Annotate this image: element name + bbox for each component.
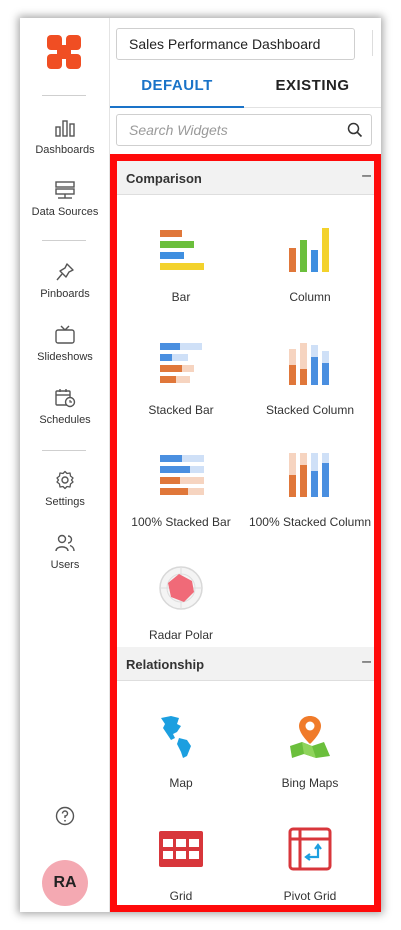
full-stacked-bar-icon [160,455,204,495]
section-header-comparison[interactable]: Comparison – [117,161,374,195]
search-box [116,114,372,146]
grid-icon [159,831,203,867]
nav-item-schedules[interactable]: Schedules [20,388,110,426]
collapse-icon[interactable]: – [362,167,371,185]
nav-item-data-sources[interactable]: Data Sources [20,180,110,218]
widget-full-stacked-column[interactable]: 100% Stacked Column [246,451,374,530]
widget-column[interactable]: Column [246,226,374,305]
widget-pivot-grid[interactable]: Pivot Grid [246,825,374,904]
widget-radar-polar[interactable]: Radar Polar [117,564,245,643]
stacked-bar-icon [160,343,202,383]
widget-label: Column [289,290,331,304]
collapse-icon[interactable]: – [362,653,371,671]
nav-label: Users [50,559,80,571]
tab-bar: DEFAULT EXISTING [110,66,381,108]
widget-map[interactable]: Map [117,712,245,791]
column-icon [289,228,329,272]
nav-item-settings[interactable]: Settings [20,470,110,508]
map-icon [161,716,191,758]
left-nav: Dashboards Data Sources Pinboards Slides… [20,18,110,912]
tab-existing[interactable]: EXISTING [244,66,381,108]
widget-panel: Sales Performance Dashboard DEFAULT EXIS… [110,18,381,912]
nav-divider [42,240,86,241]
nav-label: Pinboards [40,288,90,300]
app-logo-icon[interactable] [45,33,83,71]
section-title: Relationship [126,657,205,672]
nav-divider [42,450,86,451]
pivot-grid-icon [288,827,332,871]
widget-bar[interactable]: Bar [117,226,245,305]
bing-maps-icon [290,716,330,758]
widget-label: Grid [169,889,193,903]
question-icon[interactable] [55,806,75,826]
nav-item-slideshows[interactable]: Slideshows [20,325,110,363]
widget-grid[interactable]: Grid [117,825,245,904]
widget-label: Radar Polar [148,628,214,642]
bar-icon [160,230,204,270]
nav-label: Dashboards [35,144,95,156]
nav-divider [42,95,86,96]
nav-item-pinboards[interactable]: Pinboards [20,262,110,300]
header-divider [372,30,373,56]
full-stacked-column-icon [289,453,329,497]
gear-icon [56,470,74,490]
widget-label: Bing Maps [281,776,339,790]
tv-icon [55,325,75,344]
widget-label: 100% Stacked Bar [131,515,231,529]
nav-item-users[interactable]: Users [20,533,110,571]
stacked-column-icon [289,343,329,385]
nav-label: Schedules [39,414,91,426]
section-header-relationship[interactable]: Relationship – [117,647,374,681]
nav-label: Slideshows [37,351,93,363]
tab-default[interactable]: DEFAULT [110,66,244,108]
server-icon [55,181,75,199]
nav-item-dashboards[interactable]: Dashboards [20,118,110,156]
search-input[interactable] [117,115,332,145]
widget-label: Pivot Grid [283,889,337,903]
widget-list: Comparison – Bar Column Stacked Bar Stac… [110,154,381,912]
calendar-clock-icon [55,389,76,408]
widget-full-stacked-bar[interactable]: 100% Stacked Bar [117,451,245,530]
widget-label: Stacked Column [265,403,355,417]
search-icon[interactable] [347,122,363,138]
users-icon [55,534,75,552]
dashboard-title-input[interactable]: Sales Performance Dashboard [116,28,355,60]
app-window: Dashboards Data Sources Pinboards Slides… [20,18,381,912]
widget-stacked-bar[interactable]: Stacked Bar [117,339,245,418]
pin-icon [56,263,74,281]
widget-label: Map [169,776,193,790]
section-title: Comparison [126,171,202,186]
widget-label: Bar [171,290,191,304]
widget-stacked-column[interactable]: Stacked Column [246,339,374,418]
nav-label: Settings [45,496,85,508]
widget-label: 100% Stacked Column [248,515,372,529]
bar-chart-icon [55,120,75,137]
avatar[interactable]: RA [42,860,88,906]
radar-polar-icon [159,566,203,610]
widget-label: Stacked Bar [148,403,214,417]
widget-bing-maps[interactable]: Bing Maps [246,712,374,791]
nav-label: Data Sources [31,206,99,218]
